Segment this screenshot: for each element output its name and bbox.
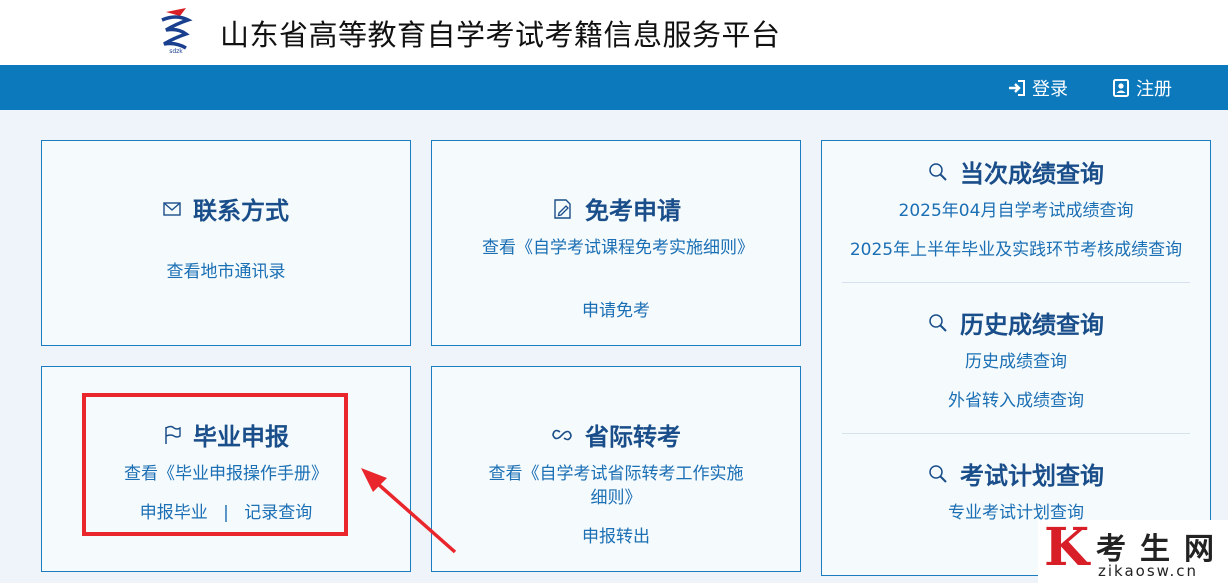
kaoshengwang-watermark: K 考生网 zikaosw.cn [1038, 520, 1228, 583]
link-chain-icon [552, 429, 572, 440]
contact-title-text: 联系方式 [193, 197, 289, 225]
exemption-rules-link[interactable]: 查看《自学考试课程免考实施细则》 [482, 236, 754, 260]
search-icon [929, 162, 947, 181]
login-icon [1009, 79, 1025, 96]
exemption-card: 免考申请 查看《自学考试课程免考实施细则》 申请免考 [431, 140, 801, 346]
transfer-card: 省际转考 查看《自学考试省际转考工作实施细则》 申报转出 [431, 366, 801, 572]
section-divider [842, 282, 1190, 283]
register-icon [1113, 78, 1129, 97]
contact-card: 联系方式 查看地市通讯录 [41, 140, 411, 346]
svg-text:sdzk: sdzk [169, 48, 183, 54]
current-scores-title: 当次成绩查询 [822, 154, 1210, 189]
scores-card: 当次成绩查询 2025年04月自学考试成绩查询 2025年上半年毕业及实践环节考… [821, 140, 1211, 576]
history-scores-title-text: 历史成绩查询 [960, 311, 1104, 339]
history-score-query-link[interactable]: 历史成绩查询 [822, 350, 1210, 374]
watermark-letter: K [1044, 517, 1090, 578]
transfer-rules-link[interactable]: 查看《自学考试省际转考工作实施细则》 [482, 462, 750, 510]
site-header: sdzk 山东省高等教育自学考试考籍信息服务平台 [0, 0, 1228, 65]
highlight-box [82, 393, 348, 536]
register-link[interactable]: 注册 [1112, 65, 1172, 110]
envelope-icon [163, 201, 181, 216]
exam-plan-title: 考试计划查询 [822, 456, 1210, 491]
history-scores-title: 历史成绩查询 [822, 305, 1210, 340]
transfer-in-score-link[interactable]: 外省转入成绩查询 [822, 389, 1210, 413]
transfer-title-text: 省际转考 [585, 423, 681, 451]
edit-document-icon [554, 198, 571, 219]
contact-directory-link[interactable]: 查看地市通讯录 [42, 260, 410, 284]
exemption-title-text: 免考申请 [585, 197, 681, 225]
graduation-practice-score-link[interactable]: 2025年上半年毕业及实践环节考核成绩查询 [822, 238, 1210, 262]
current-scores-title-text: 当次成绩查询 [960, 160, 1104, 188]
sdzk-logo-icon[interactable]: sdzk [156, 6, 196, 54]
exemption-card-title: 免考申请 [432, 191, 800, 226]
top-navbar: 登录 注册 [0, 65, 1228, 110]
apply-exemption-link[interactable]: 申请免考 [432, 299, 800, 323]
site-title: 山东省高等教育自学考试考籍信息服务平台 [220, 18, 781, 52]
register-label: 注册 [1136, 78, 1172, 100]
transfer-card-title: 省际转考 [432, 417, 800, 452]
search-icon [929, 464, 947, 483]
annotation-arrow [361, 468, 457, 554]
login-link[interactable]: 登录 [1008, 65, 1068, 110]
watermark-domain: zikaosw.cn [1098, 562, 1199, 580]
contact-card-title: 联系方式 [42, 191, 410, 226]
exam-plan-title-text: 考试计划查询 [960, 462, 1104, 490]
search-icon [929, 313, 947, 332]
score-query-2025-04-link[interactable]: 2025年04月自学考试成绩查询 [822, 199, 1210, 223]
section-divider [842, 433, 1190, 434]
apply-transfer-out-link[interactable]: 申报转出 [432, 525, 800, 549]
login-label: 登录 [1032, 78, 1068, 100]
